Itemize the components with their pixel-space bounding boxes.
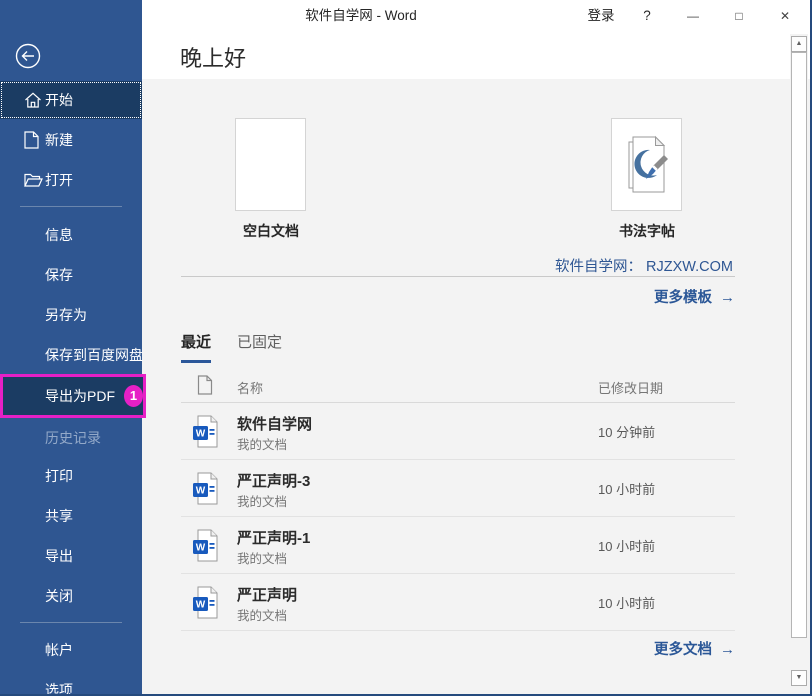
- promo-link[interactable]: 软件自学网： RJZXW.COM: [555, 255, 733, 276]
- new-document-icon: [24, 131, 39, 149]
- back-arrow-icon: [15, 43, 41, 69]
- sign-in-button[interactable]: 登录: [578, 0, 624, 32]
- sidebar-item-label: 导出: [45, 546, 73, 566]
- close-button[interactable]: ✕: [762, 0, 808, 32]
- sidebar-item-export[interactable]: 导出: [0, 536, 142, 576]
- word-file-icon: W: [192, 586, 219, 619]
- sidebar-item-label: 打开: [45, 170, 73, 190]
- svg-text:W: W: [196, 543, 206, 554]
- arrow-right-icon: →: [720, 641, 735, 658]
- section-divider: [181, 276, 735, 277]
- sidebar-item-save[interactable]: 保存: [0, 255, 142, 295]
- back-button[interactable]: [15, 43, 41, 69]
- document-icon: [197, 375, 213, 395]
- more-templates-label: 更多模板: [654, 290, 712, 306]
- template-label: 空白文档: [211, 221, 331, 241]
- sidebar-item-label: 帐户: [45, 640, 73, 660]
- word-file-icon: W: [192, 415, 219, 448]
- greeting-heading: 晚上好: [180, 41, 246, 73]
- template-blank-document[interactable]: [235, 118, 306, 211]
- arrow-right-icon: →: [720, 289, 735, 306]
- open-folder-icon: [24, 173, 43, 188]
- sidebar-item-new[interactable]: 新建: [0, 121, 142, 159]
- file-row[interactable]: W 严正声明 我的文档 10 小时前: [181, 574, 735, 631]
- sidebar-item-label: 打印: [45, 466, 73, 486]
- sidebar-item-home[interactable]: 开始: [0, 81, 142, 119]
- file-location: 我的文档: [237, 491, 287, 510]
- sidebar-item-close[interactable]: 关闭: [0, 576, 142, 616]
- calligraphy-template-icon: [622, 133, 672, 197]
- file-name: 严正声明-1: [237, 527, 310, 548]
- more-documents-label: 更多文档: [654, 642, 712, 658]
- file-name: 软件自学网: [237, 413, 312, 434]
- sidebar-divider: [20, 622, 122, 623]
- minimize-button[interactable]: —: [670, 0, 716, 32]
- step-badge: 1: [124, 385, 143, 407]
- help-button[interactable]: ?: [624, 0, 670, 32]
- recent-file-list: W 软件自学网 我的文档 10 分钟前 W 严正声明-3 我的文档 10 小时前: [181, 403, 735, 631]
- file-location: 我的文档: [237, 548, 287, 567]
- tab-pinned[interactable]: 已固定: [237, 331, 282, 363]
- sidebar-item-info[interactable]: 信息: [0, 215, 142, 255]
- sidebar-item-export-pdf[interactable]: 导出为PDF 1: [0, 374, 146, 418]
- sidebar-divider: [20, 206, 122, 207]
- file-modified-date: 10 小时前: [598, 593, 655, 612]
- column-header-name[interactable]: 名称: [237, 378, 263, 397]
- home-icon: [24, 92, 42, 109]
- sidebar-item-label: 选项: [45, 680, 73, 696]
- sidebar-item-label: 共享: [45, 506, 73, 526]
- template-calligraphy[interactable]: [611, 118, 682, 211]
- column-header-modified[interactable]: 已修改日期: [598, 378, 663, 397]
- sidebar-item-label: 保存: [45, 265, 73, 285]
- sidebar-item-account[interactable]: 帐户: [0, 630, 142, 670]
- more-documents-link[interactable]: 更多文档 →: [654, 638, 735, 659]
- word-file-icon: W: [192, 529, 219, 562]
- sidebar-item-share[interactable]: 共享: [0, 496, 142, 536]
- file-location: 我的文档: [237, 605, 287, 624]
- word-file-icon: W: [192, 472, 219, 505]
- sidebar-item-label: 信息: [45, 225, 73, 245]
- sidebar-item-label: 历史记录: [45, 428, 101, 448]
- file-modified-date: 10 分钟前: [598, 422, 655, 441]
- sidebar-item-history: 历史记录: [0, 418, 142, 458]
- file-location: 我的文档: [237, 434, 287, 453]
- sidebar-item-options[interactable]: 选项: [0, 670, 142, 696]
- sidebar-item-label: 另存为: [45, 305, 87, 325]
- svg-text:W: W: [196, 486, 206, 497]
- svg-text:W: W: [196, 600, 206, 611]
- maximize-button[interactable]: □: [716, 0, 762, 32]
- sidebar-item-label: 新建: [45, 130, 73, 150]
- file-row[interactable]: W 软件自学网 我的文档 10 分钟前: [181, 403, 735, 460]
- titlebar-controls: 登录 ? — □ ✕: [578, 0, 808, 32]
- scroll-down-button[interactable]: ▼: [791, 670, 807, 686]
- scrollbar-thumb[interactable]: [791, 52, 807, 638]
- vertical-scrollbar: ▲ ▼: [790, 34, 808, 694]
- file-modified-date: 10 小时前: [598, 536, 655, 555]
- file-modified-date: 10 小时前: [598, 479, 655, 498]
- file-name: 严正声明: [237, 584, 297, 605]
- tab-recent[interactable]: 最近: [181, 331, 211, 363]
- scroll-up-button[interactable]: ▲: [791, 36, 807, 52]
- sidebar-item-save-to-baidu[interactable]: 保存到百度网盘: [0, 335, 142, 375]
- svg-text:W: W: [196, 429, 206, 440]
- window-title: 软件自学网 - Word: [142, 0, 580, 32]
- file-name: 严正声明-3: [237, 470, 310, 491]
- template-label: 书法字帖: [587, 221, 707, 241]
- sidebar-item-label: 关闭: [45, 586, 73, 606]
- more-templates-link[interactable]: 更多模板 →: [654, 286, 735, 307]
- file-list-header: 名称 已修改日期: [181, 372, 735, 403]
- backstage-sidebar: 开始 新建 打开 信息 保存 另存为 保存到百度网盘: [0, 0, 142, 694]
- sidebar-item-label: 导出为PDF: [45, 386, 115, 406]
- sidebar-item-print[interactable]: 打印: [0, 456, 142, 496]
- file-row[interactable]: W 严正声明-1 我的文档 10 小时前: [181, 517, 735, 574]
- recent-tabs: 最近 已固定: [181, 331, 282, 363]
- file-row[interactable]: W 严正声明-3 我的文档 10 小时前: [181, 460, 735, 517]
- word-backstage-window: 软件自学网 - Word 登录 ? — □ ✕ 开始: [0, 0, 812, 696]
- sidebar-item-save-as[interactable]: 另存为: [0, 295, 142, 335]
- sidebar-item-label: 保存到百度网盘: [45, 345, 143, 365]
- sidebar-item-open[interactable]: 打开: [0, 161, 142, 199]
- sidebar-item-label: 开始: [45, 90, 73, 110]
